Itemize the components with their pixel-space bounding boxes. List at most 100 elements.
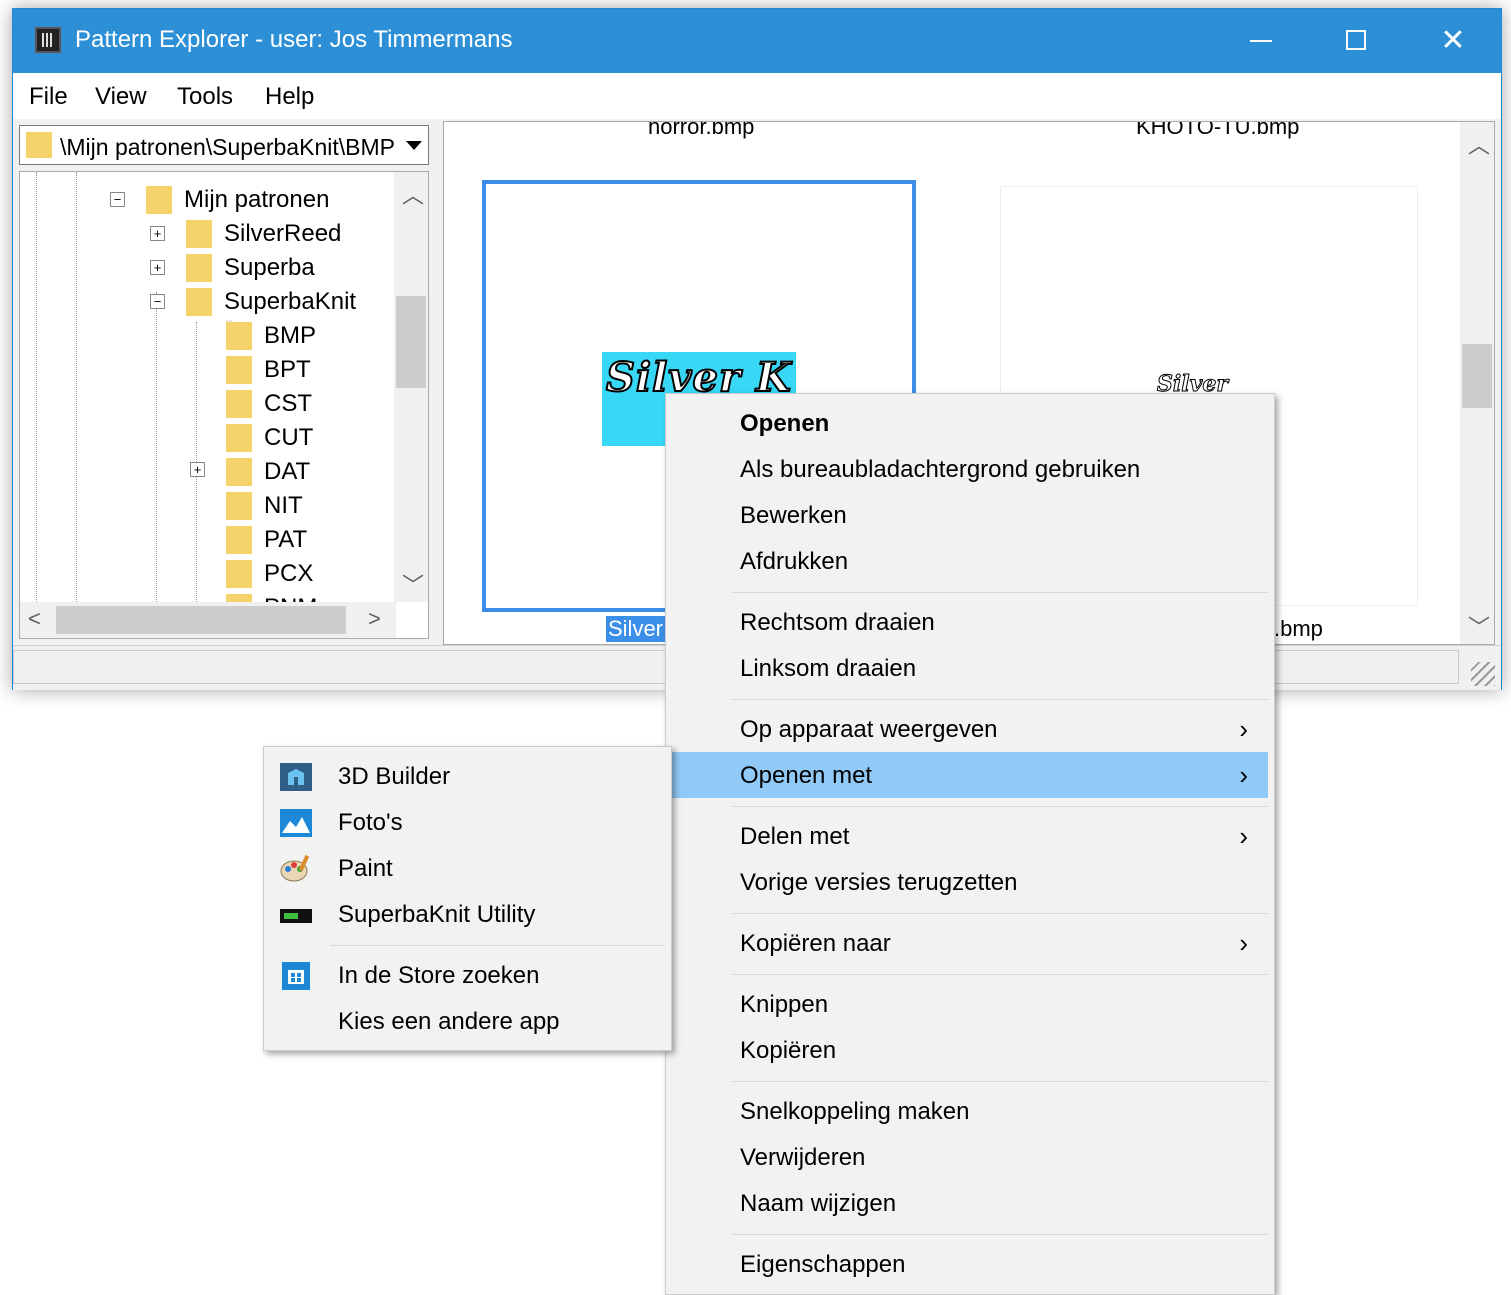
thumbnail-vertical-scrollbar[interactable]: ︿ ﹀ [1460, 122, 1494, 644]
menu-item-rotate-right[interactable]: Rechtsom draaien [672, 599, 1268, 645]
window-title: Pattern Explorer - user: Jos Timmermans [75, 26, 513, 53]
folder-icon [226, 390, 252, 418]
menu-item-cut[interactable]: Knippen [672, 981, 1268, 1027]
tree-guide-line [156, 292, 157, 602]
menu-item-create-shortcut[interactable]: Snelkoppeling maken [672, 1088, 1268, 1134]
menu-item-cast-to-device[interactable]: Op apparaat weergeven › [672, 706, 1268, 752]
scroll-down-icon[interactable]: ﹀ [1468, 610, 1490, 642]
tree-horizontal-scrollbar[interactable]: < > [20, 602, 396, 638]
maximize-button[interactable] [1309, 9, 1405, 73]
tree-item-label: BMP [264, 322, 317, 349]
open-with-submenu: 3D Builder Foto's Paint SuperbaKnit Util… [263, 746, 672, 1051]
menu-item-openen[interactable]: Openen [672, 400, 1268, 446]
tree-item-label: SilverReed [224, 220, 342, 247]
scroll-thumb[interactable] [56, 606, 346, 634]
menu-view[interactable]: View [95, 83, 147, 111]
menu-item-label: Bewerken [740, 502, 847, 529]
app-icon[interactable] [35, 27, 61, 53]
menu-item-copy[interactable]: Kopiëren [672, 1027, 1268, 1073]
scroll-up-icon[interactable]: ︿ [1468, 128, 1490, 160]
scroll-up-icon[interactable]: ︿ [402, 178, 424, 210]
title-bar[interactable]: Pattern Explorer - user: Jos Timmermans … [13, 9, 1501, 73]
folder-icon [186, 254, 212, 282]
menu-item-label: Naam wijzigen [740, 1190, 897, 1217]
menu-item-rename[interactable]: Naam wijzigen [672, 1180, 1268, 1226]
collapse-icon[interactable]: − [150, 294, 165, 309]
menu-help[interactable]: Help [265, 83, 314, 111]
tree-item-label: PCX [264, 560, 314, 587]
submenu-item-label: In de Store zoeken [338, 962, 540, 989]
submenu-item-label: Kies een andere app [338, 1008, 560, 1035]
submenu-item-label: 3D Builder [338, 763, 451, 790]
menu-separator [732, 913, 1268, 914]
store-icon [282, 962, 310, 990]
submenu-item-choose-app[interactable]: Kies een andere app [270, 998, 665, 1044]
tree-item-label: SuperbaKnit [224, 288, 357, 315]
menu-separator [732, 592, 1268, 593]
menu-item-bewerken[interactable]: Bewerken [672, 492, 1268, 538]
submenu-item-superbaknit-utility[interactable]: SuperbaKnit Utility [270, 891, 665, 937]
thumbnail-caption: .bmp [1274, 616, 1323, 641]
menu-item-label: Snelkoppeling maken [740, 1098, 970, 1125]
submenu-item-label: Foto's [338, 809, 403, 836]
submenu-item-paint[interactable]: Paint [270, 845, 665, 891]
menu-item-rotate-left[interactable]: Linksom draaien [672, 645, 1268, 691]
submenu-item-photos[interactable]: Foto's [270, 799, 665, 845]
tree-guide-line [76, 172, 77, 602]
minimize-button[interactable] [1213, 9, 1309, 73]
tree-item-label: NIT [264, 492, 303, 519]
scroll-left-icon[interactable]: < [28, 606, 41, 632]
minimize-icon [1250, 40, 1272, 42]
collapse-icon[interactable]: − [110, 192, 125, 207]
submenu-item-3d-builder[interactable]: 3D Builder [270, 753, 665, 799]
menu-item-afdrukken[interactable]: Afdrukken [672, 538, 1268, 584]
maximize-icon [1346, 30, 1366, 50]
menu-item-delete[interactable]: Verwijderen [672, 1134, 1268, 1180]
menu-tools[interactable]: Tools [177, 83, 233, 111]
menu-item-label: Kopiëren naar [740, 930, 891, 957]
menu-item-label: Knippen [740, 991, 829, 1018]
menu-item-label: Rechtsom draaien [740, 609, 935, 636]
scroll-thumb[interactable] [1462, 344, 1492, 408]
expand-icon[interactable]: + [190, 462, 205, 477]
expand-icon[interactable]: + [150, 260, 165, 275]
menu-item-label: Openen met [740, 762, 873, 789]
scroll-thumb[interactable] [396, 296, 426, 388]
menu-item-send-to[interactable]: Kopiëren naar › [672, 920, 1268, 966]
tree-item-label: CST [264, 390, 312, 417]
menu-item-properties[interactable]: Eigenschappen [672, 1241, 1268, 1287]
menu-item-label: Eigenschappen [740, 1251, 906, 1278]
resize-grip-icon[interactable] [1471, 662, 1495, 686]
folder-icon [226, 356, 252, 384]
menu-bar: File View Tools Help [13, 73, 1501, 119]
folder-icon [186, 220, 212, 248]
menu-item-label: Kopiëren [740, 1037, 837, 1064]
menu-item-share-with[interactable]: Delen met › [672, 813, 1268, 859]
menu-separator [732, 974, 1268, 975]
close-button[interactable]: ✕ [1405, 9, 1501, 73]
expand-icon[interactable]: + [150, 226, 165, 241]
superbaknit-icon [280, 909, 312, 923]
tree-item-label: DAT [264, 458, 311, 485]
menu-item-open-with[interactable]: Openen met › [672, 752, 1268, 798]
chevron-right-icon: › [1239, 760, 1248, 790]
tree-item-bmp[interactable]: BMP [226, 320, 316, 350]
menu-file[interactable]: File [29, 83, 68, 111]
tree-vertical-scrollbar[interactable]: ︿ ﹀ [394, 172, 428, 602]
submenu-item-store[interactable]: In de Store zoeken [270, 952, 665, 998]
submenu-item-label: Paint [338, 855, 393, 882]
submenu-item-label: SuperbaKnit Utility [338, 901, 536, 928]
chevron-down-icon[interactable] [398, 126, 428, 164]
folder-icon [26, 132, 52, 158]
menu-item-restore-versions[interactable]: Vorige versies terugzetten [672, 859, 1268, 905]
menu-separator [732, 699, 1268, 700]
scroll-right-icon[interactable]: > [368, 606, 381, 632]
tree-item-label: PAT [264, 526, 308, 553]
folder-tree[interactable]: − Mijn patronen + SilverReed + Superba −… [19, 171, 429, 639]
tree-item-label: CUT [264, 424, 314, 451]
menu-item-set-wallpaper[interactable]: Als bureaubladachtergrond gebruiken [672, 446, 1268, 492]
path-value: \Mijn patronen\SuperbaKnit\BMP [60, 134, 395, 160]
scroll-down-icon[interactable]: ﹀ [402, 568, 424, 600]
path-combo[interactable]: \Mijn patronen\SuperbaKnit\BMP [19, 125, 429, 165]
tree-item-label: BPT [264, 356, 311, 383]
